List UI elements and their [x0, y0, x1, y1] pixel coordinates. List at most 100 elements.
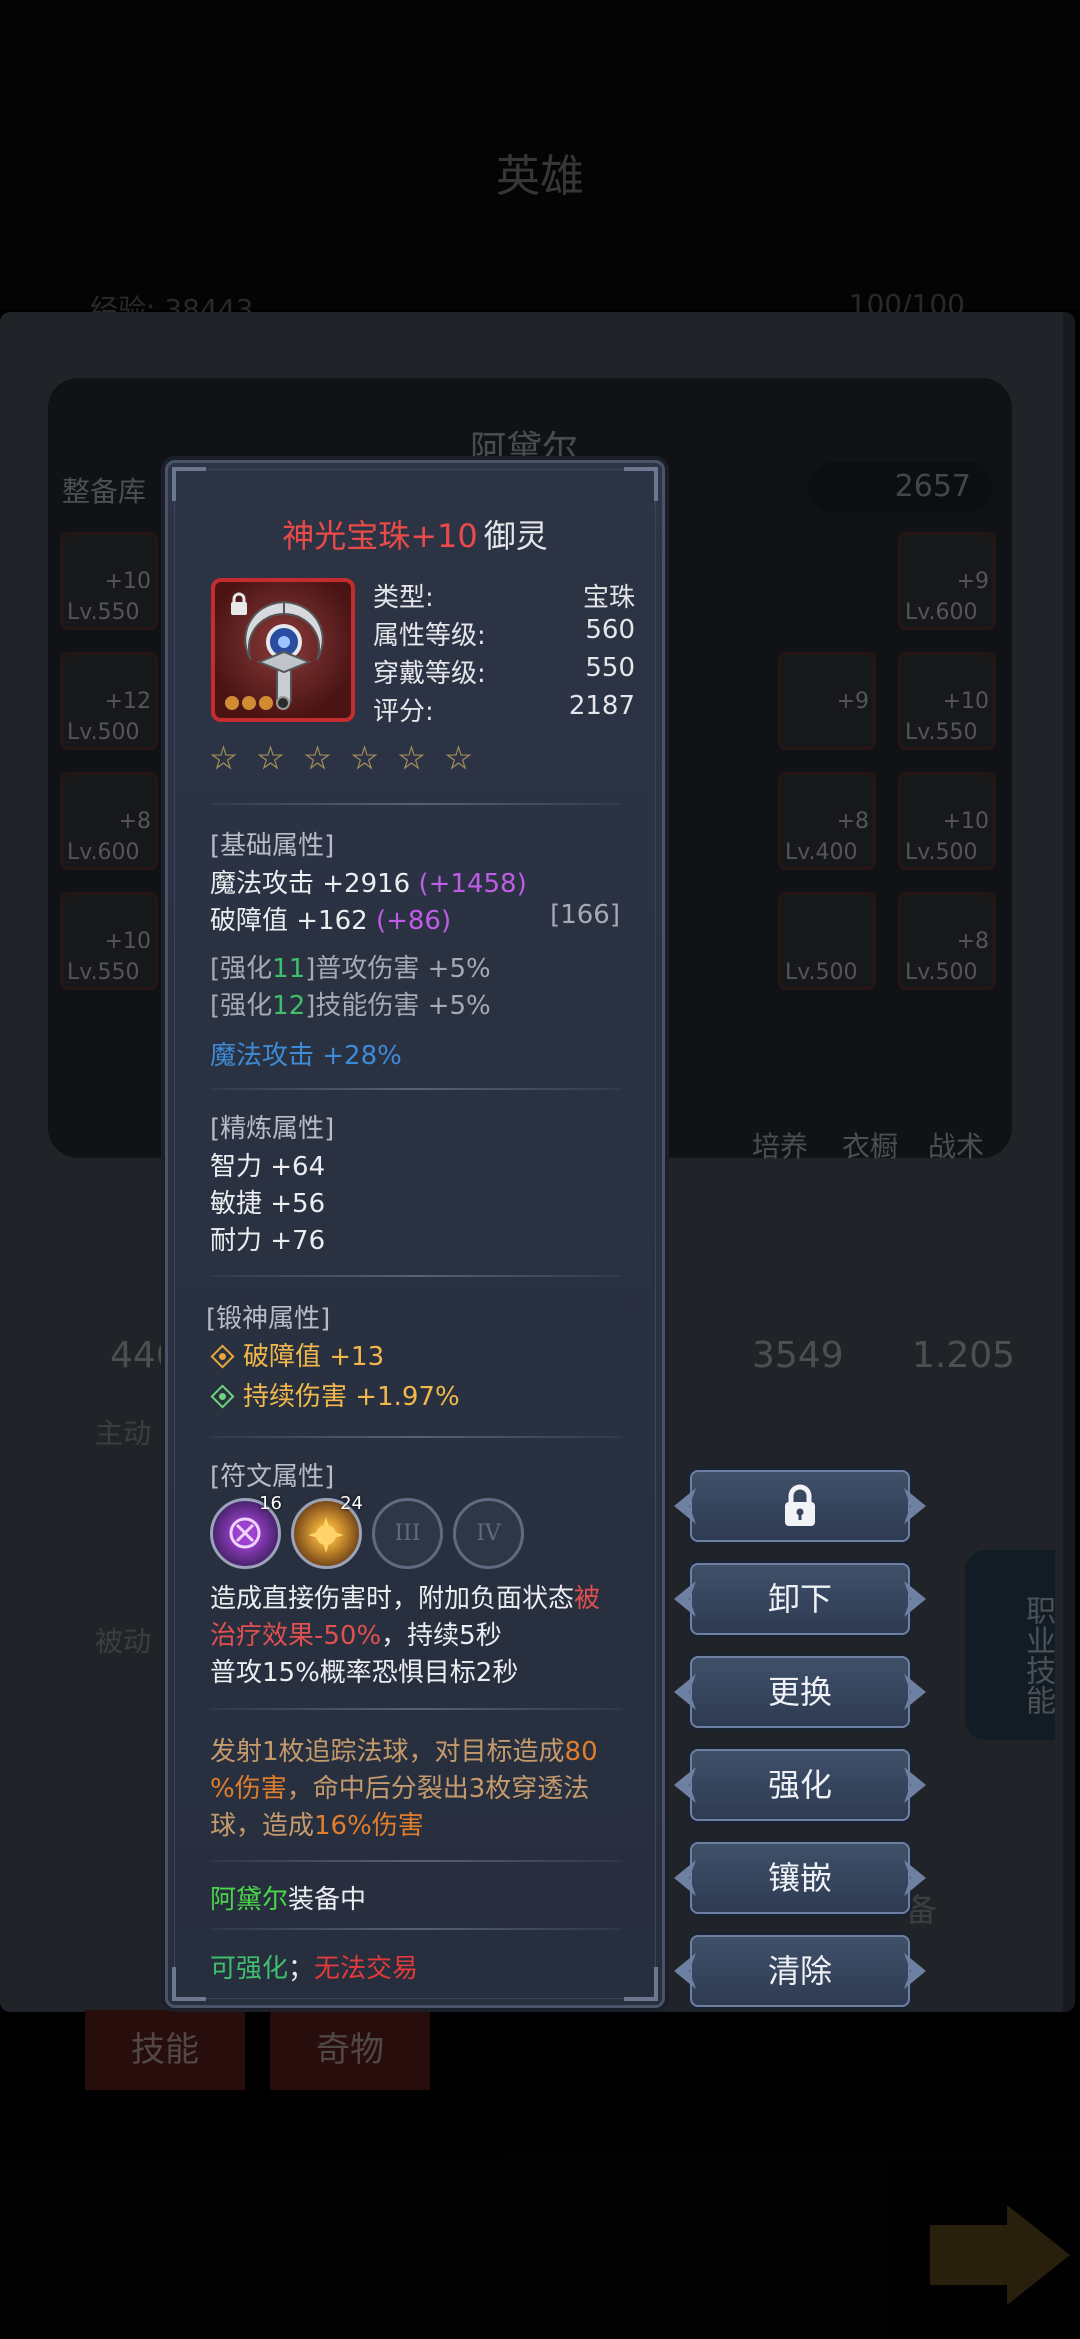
magic-attack-bonus: (+1458)	[418, 869, 527, 899]
divider	[210, 803, 622, 805]
slot-plus: +8	[836, 809, 869, 834]
lock-button[interactable]	[690, 1470, 910, 1542]
enhance-button[interactable]: 强化	[690, 1749, 910, 1821]
rune-roman: III	[394, 1521, 421, 1546]
attr-level-value: 560	[585, 615, 635, 645]
frame-corner	[624, 467, 658, 501]
unequip-button[interactable]: 卸下	[690, 1563, 910, 1635]
rune-roman: IV	[476, 1521, 501, 1546]
rune-desc-2: 治疗效果-50%，持续5秒	[210, 1615, 502, 1652]
separator: ；	[288, 1954, 315, 1984]
rune-desc-highlight: 治疗效果-50%	[210, 1621, 382, 1651]
frame-corner	[172, 467, 206, 501]
score-row: 评分: 2187	[373, 691, 635, 728]
star-rating	[210, 745, 472, 772]
skill-desc-1: 发射1枚追踪法球，对目标造成80	[210, 1731, 598, 1768]
rune-slots: 16 24 III IV	[210, 1493, 524, 1569]
equip-slot[interactable]: +8 Lv.500	[898, 892, 996, 990]
slot-level: Lv.550	[67, 600, 140, 625]
slot-level: Lv.500	[905, 960, 978, 985]
equip-slot[interactable]: +9 Lv.600	[898, 532, 996, 630]
rune-slot-empty[interactable]: IV	[453, 1498, 524, 1569]
break-barrier-bonus: (+86)	[375, 906, 452, 936]
divider	[210, 1436, 622, 1438]
refine-dots	[225, 696, 290, 710]
rune-header: [符文属性]	[210, 1462, 335, 1492]
score-label: 评分:	[373, 697, 434, 727]
tab-curios[interactable]: 奇物	[270, 2010, 430, 2090]
slot-plus: +10	[942, 689, 989, 714]
slot-plus: +9	[956, 569, 989, 594]
rune-slot[interactable]: 24	[291, 1493, 363, 1569]
refine-dot	[259, 696, 273, 710]
inlay-button[interactable]: 镶嵌	[690, 1842, 910, 1914]
slot-plus: +10	[104, 569, 151, 594]
rune-level: 16	[259, 1493, 282, 1514]
skill-number: 80	[564, 1737, 598, 1767]
slot-level: Lv.400	[785, 840, 858, 865]
equip-slot[interactable]: +10 Lv.550	[60, 892, 158, 990]
equip-slot[interactable]: +10 Lv.550	[898, 652, 996, 750]
refine-line: 耐力 +76	[210, 1226, 326, 1256]
stat-value: 1.205	[912, 1335, 1016, 1376]
active-skills-label: 主动	[95, 1417, 152, 1450]
magic-attack-line: 魔法攻击 +2916 (+1458)	[210, 863, 527, 900]
slot-plus: +8	[118, 809, 151, 834]
equip-slot[interactable]: Lv.500	[778, 892, 876, 990]
wear-level-label: 穿戴等级:	[373, 659, 486, 689]
score-value: 2187	[568, 691, 635, 721]
wear-level-row: 穿戴等级: 550	[373, 653, 635, 690]
tab-skills[interactable]: 技能	[85, 2010, 245, 2090]
slot-plus: +10	[104, 929, 151, 954]
rune-desc-3: 普攻15%概率恐惧目标2秒	[210, 1658, 519, 1688]
equipped-status: 阿黛尔装备中	[210, 1879, 366, 1916]
clear-button[interactable]: 清除	[690, 1935, 910, 2007]
wardrobe-button[interactable]: 衣橱	[842, 1125, 898, 1165]
screen-title: 英雄	[496, 151, 584, 202]
lock-icon	[785, 1484, 815, 1526]
type-value: 宝珠	[582, 583, 635, 613]
divider	[210, 1275, 622, 1277]
star-icon	[304, 745, 331, 770]
magic-attack: 魔法攻击 +2916	[210, 869, 411, 899]
item-tooltip: 神光宝珠+10 御灵 类型: 宝珠 属性等级: 560 穿戴等级: 550 评分…	[165, 460, 665, 2008]
equip-slot[interactable]: +12 Lv.500	[60, 652, 158, 750]
refine-header: [精炼属性]	[210, 1114, 335, 1144]
break-barrier-line: 破障值 +162 (+86)	[210, 900, 451, 937]
star-icon	[398, 745, 425, 770]
equip-slot[interactable]: +8 Lv.400	[778, 772, 876, 870]
enhance-prefix: [强化	[210, 954, 273, 984]
forge-header: [锻神属性]	[206, 1304, 331, 1334]
rune-slot-empty[interactable]: III	[372, 1498, 443, 1569]
storage-button[interactable]: 整备库	[62, 470, 146, 510]
star-icon	[210, 745, 237, 770]
slot-level: Lv.500	[905, 840, 978, 865]
skill-text: 发射1枚追踪法球，对目标造成	[210, 1737, 565, 1767]
frame-corner	[172, 1967, 206, 2001]
wear-level-value: 550	[585, 653, 635, 683]
equip-slot[interactable]: +9	[778, 652, 876, 750]
tactics-button[interactable]: 战术	[928, 1125, 984, 1165]
enhance-level: 12	[272, 991, 306, 1021]
refine-line: 智力 +64	[210, 1152, 326, 1182]
power-value: 2657	[808, 462, 993, 512]
slot-plus: +9	[836, 689, 869, 714]
equip-slot[interactable]: +10 Lv.500	[898, 772, 996, 870]
bottom-nav	[0, 2150, 1080, 2339]
skill-desc-2: %伤害，命中后分裂出3枚穿透法	[210, 1768, 589, 1805]
equip-slot[interactable]: +8 Lv.600	[60, 772, 158, 870]
rune-level: 24	[340, 1493, 363, 1514]
slot-level: Lv.500	[785, 960, 858, 985]
passive-skills-label: 被动	[95, 1625, 152, 1658]
rune-slot[interactable]: 16	[210, 1493, 282, 1569]
forge-line-2: 持续伤害 +1.97%	[210, 1376, 460, 1413]
rune-desc-text: 造成直接伤害时，附加负面状态	[210, 1584, 575, 1614]
class-skill-tab[interactable]: 职业技能	[965, 1550, 1055, 1740]
slot-plus: +8	[956, 929, 989, 954]
replace-button[interactable]: 更换	[690, 1656, 910, 1728]
train-button[interactable]: 培养	[752, 1125, 808, 1165]
enhance-effect: ]技能伤害 +5%	[305, 991, 491, 1021]
skill-text: ，命中后分裂出3枚穿透法	[286, 1774, 590, 1804]
star-icon	[445, 745, 472, 770]
equip-slot[interactable]: +10 Lv.550	[60, 532, 158, 630]
